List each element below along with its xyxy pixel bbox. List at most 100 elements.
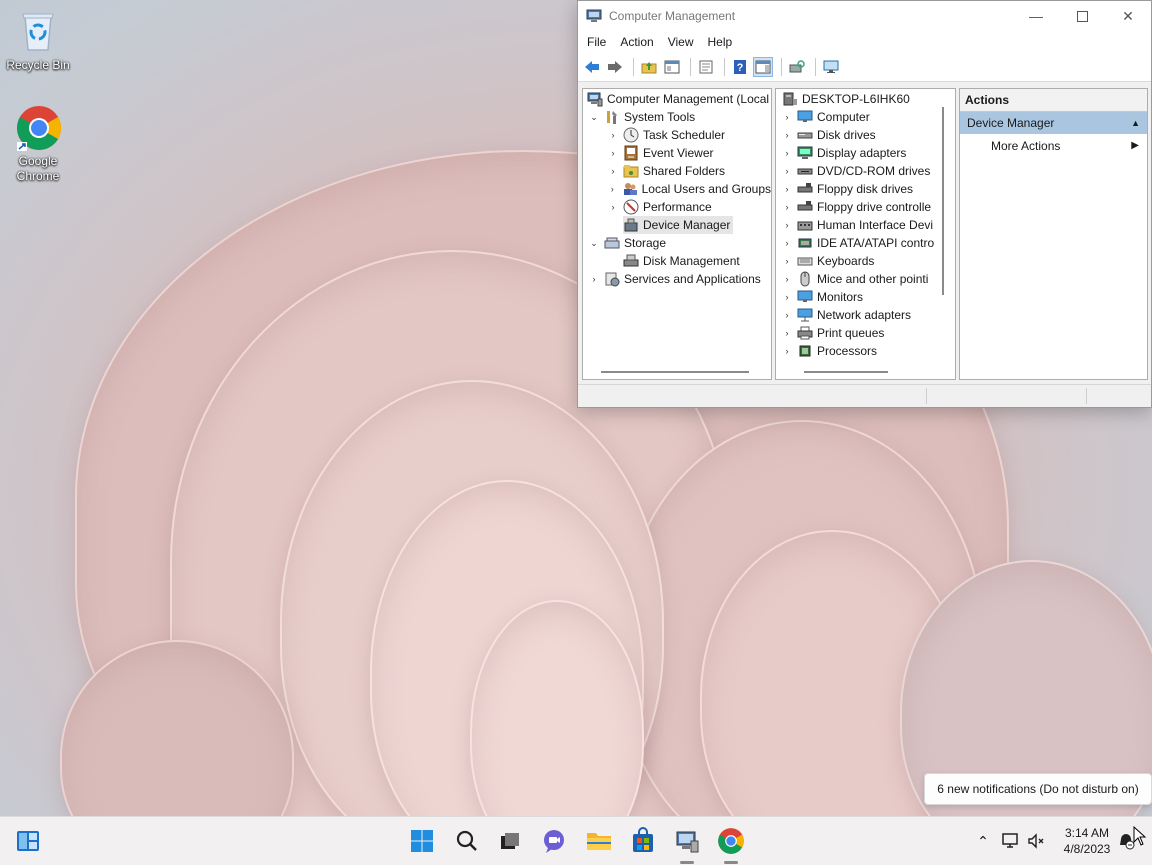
properties-button[interactable]	[696, 57, 716, 77]
system-clock[interactable]: 3:14 AM 4/8/2023	[1052, 825, 1122, 857]
chevron-right-icon[interactable]: ›	[782, 166, 792, 176]
volume-tray-button[interactable]	[1026, 831, 1046, 851]
more-actions-item[interactable]: More Actions ▶	[960, 134, 1147, 158]
tree-item-performance[interactable]: › Performance	[583, 198, 771, 216]
device-category[interactable]: › IDE ATA/ATAPI contro	[776, 234, 955, 252]
status-divider	[1086, 388, 1087, 404]
back-button[interactable]	[582, 57, 602, 77]
device-category-label: Keyboards	[817, 254, 875, 268]
chevron-right-icon[interactable]: ›	[782, 310, 792, 320]
tree-item-services-applications[interactable]: › Services and Applications	[583, 270, 771, 288]
device-category[interactable]: › Processors	[776, 342, 955, 360]
chevron-right-icon[interactable]: ›	[608, 184, 617, 194]
computer-management-taskbar-button[interactable]	[673, 827, 701, 855]
teams-chat-button[interactable]	[540, 827, 568, 855]
chevron-right-icon[interactable]: ›	[782, 328, 792, 338]
device-category[interactable]: › Keyboards	[776, 252, 955, 270]
task-view-button[interactable]	[496, 827, 524, 855]
back-arrow-icon	[585, 61, 599, 73]
scan-hardware-button[interactable]	[787, 57, 807, 77]
chevron-right-icon[interactable]: ›	[782, 346, 792, 356]
device-category[interactable]: › Monitors	[776, 288, 955, 306]
chevron-right-icon[interactable]: ›	[782, 256, 792, 266]
tree-item-event-viewer[interactable]: › Event Viewer	[583, 144, 771, 162]
horizontal-scrollbar[interactable]	[601, 371, 749, 373]
forward-button[interactable]	[605, 57, 625, 77]
maximize-button[interactable]	[1059, 1, 1105, 31]
show-hidden-icons-button[interactable]: ⌃	[973, 831, 993, 851]
device-category[interactable]: › Disk drives	[776, 126, 955, 144]
tree-item-storage[interactable]: ⌄ Storage	[583, 234, 771, 252]
tree-item-computer-management[interactable]: Computer Management (Local	[583, 90, 771, 108]
chevron-right-icon[interactable]: ›	[782, 148, 792, 158]
menu-help[interactable]: Help	[701, 31, 740, 53]
chrome-desktop-icon[interactable]: Google Chrome	[2, 104, 74, 184]
chevron-down-icon[interactable]: ⌄	[589, 238, 599, 248]
chevron-right-icon[interactable]: ›	[608, 166, 618, 176]
chevron-down-icon[interactable]: ⌄	[589, 112, 599, 122]
chevron-right-icon[interactable]: ›	[782, 292, 792, 302]
properties-icon	[699, 60, 713, 74]
notification-toast[interactable]: 6 new notifications (Do not disturb on)	[924, 773, 1152, 805]
device-category[interactable]: › Computer	[776, 108, 955, 126]
tree-item-shared-folders[interactable]: › Shared Folders	[583, 162, 771, 180]
actions-header: Actions	[960, 89, 1147, 112]
chevron-right-icon[interactable]: ›	[589, 274, 599, 284]
start-button[interactable]	[408, 827, 436, 855]
device-category-label: Display adapters	[817, 146, 907, 160]
menu-action[interactable]: Action	[613, 31, 660, 53]
chevron-right-icon[interactable]: ›	[608, 130, 618, 140]
up-one-level-button[interactable]	[639, 57, 659, 77]
device-category-label: Human Interface Devi	[817, 218, 934, 232]
file-explorer-button[interactable]	[585, 827, 613, 855]
chevron-right-icon[interactable]: ›	[782, 220, 792, 230]
device-category[interactable]: › Display adapters	[776, 144, 955, 162]
tree-item-disk-management[interactable]: Disk Management	[583, 252, 771, 270]
close-button[interactable]: ✕	[1105, 1, 1151, 31]
floppy-drive-icon	[797, 183, 813, 193]
menu-bar: File Action View Help	[578, 31, 1151, 53]
network-tray-button[interactable]	[1000, 831, 1020, 851]
help-button[interactable]: ?	[730, 57, 750, 77]
monitor-button[interactable]	[821, 57, 841, 77]
dvd-drive-icon	[797, 168, 813, 175]
minimize-button[interactable]: —	[1013, 1, 1059, 31]
device-category[interactable]: › Mice and other pointi	[776, 270, 955, 288]
device-category[interactable]: › Floppy disk drives	[776, 180, 955, 198]
tree-item-device-manager[interactable]: Device Manager	[583, 216, 771, 234]
toolbar-separator	[690, 58, 691, 76]
device-category[interactable]: › Floppy drive controlle	[776, 198, 955, 216]
toolbar: ?	[578, 53, 1151, 82]
tree-item-task-scheduler[interactable]: › Task Scheduler	[583, 126, 771, 144]
chevron-right-icon[interactable]: ›	[782, 184, 792, 194]
chrome-taskbar-button[interactable]	[717, 827, 745, 855]
device-category[interactable]: › Print queues	[776, 324, 955, 342]
widgets-button[interactable]	[14, 827, 42, 855]
title-bar[interactable]: Computer Management — ✕	[578, 1, 1151, 31]
menu-view[interactable]: View	[661, 31, 701, 53]
vertical-scrollbar[interactable]	[942, 107, 944, 295]
show-hide-console-tree-button[interactable]	[662, 57, 682, 77]
chevron-right-icon[interactable]: ›	[608, 148, 618, 158]
menu-file[interactable]: File	[580, 31, 613, 53]
actions-section-device-manager[interactable]: Device Manager ▲	[960, 112, 1147, 134]
device-tree-root[interactable]: DESKTOP-L6IHK60	[776, 90, 955, 108]
chevron-right-icon[interactable]: ›	[782, 112, 792, 122]
device-category[interactable]: › Human Interface Devi	[776, 216, 955, 234]
chevron-right-icon[interactable]: ›	[782, 238, 792, 248]
device-category[interactable]: › Network adapters	[776, 306, 955, 324]
horizontal-scrollbar[interactable]	[804, 371, 888, 373]
chevron-right-icon[interactable]: ›	[608, 202, 618, 212]
search-button[interactable]	[453, 827, 481, 855]
monitor-icon	[797, 290, 813, 302]
chevron-right-icon[interactable]: ›	[782, 130, 792, 140]
show-action-pane-button[interactable]	[753, 57, 773, 77]
tree-item-local-users[interactable]: › Local Users and Groups	[583, 180, 771, 198]
collapse-up-icon[interactable]: ▲	[1131, 112, 1140, 134]
device-category[interactable]: › DVD/CD-ROM drives	[776, 162, 955, 180]
recycle-bin-desktop-icon[interactable]: Recycle Bin	[2, 8, 74, 73]
tree-item-system-tools[interactable]: ⌄ System Tools	[583, 108, 771, 126]
chevron-right-icon[interactable]: ›	[782, 202, 792, 212]
microsoft-store-button[interactable]	[629, 827, 657, 855]
chevron-right-icon[interactable]: ›	[782, 274, 792, 284]
